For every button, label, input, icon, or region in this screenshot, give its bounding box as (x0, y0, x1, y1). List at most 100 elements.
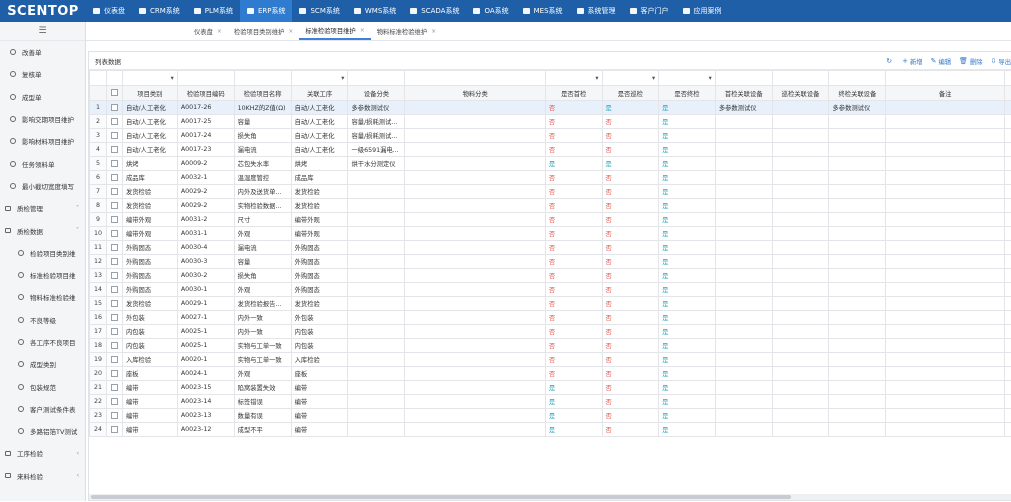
column-header[interactable]: 巡检关联设备 (772, 86, 829, 101)
sidebar-item[interactable]: 改善单 (0, 41, 85, 63)
filter-select[interactable]: ▾ (602, 71, 659, 86)
checkbox[interactable] (111, 286, 118, 293)
topnav-item[interactable]: CRM系统 (132, 0, 187, 22)
column-header[interactable]: 检验项目名称 (234, 86, 291, 101)
column-header[interactable]: 检验项目编码 (177, 86, 234, 101)
table-row[interactable]: 17内包装A0025-1内外一致内包装否否是 (90, 325, 1011, 339)
column-header[interactable]: 项目类别 (122, 86, 177, 101)
column-header[interactable]: 备注 (886, 86, 1005, 101)
edit-button[interactable]: ✎编辑 (931, 57, 951, 66)
topnav-item[interactable]: PLM系统 (187, 0, 240, 22)
table-row[interactable]: 9编带外观A0031-2尺寸编带外观否否是 (90, 213, 1011, 227)
sidebar-item[interactable]: 多路铝箔TV测试 (0, 420, 85, 442)
sidebar-item[interactable]: 物料标准检验维 (0, 286, 85, 308)
table-row[interactable]: 14外购固态A0030-1外观外购固态否否是 (90, 283, 1011, 297)
horizontal-scrollbar[interactable] (89, 494, 1011, 500)
checkbox[interactable] (111, 174, 118, 181)
sidebar-item[interactable]: 成型类别 (0, 353, 85, 375)
table-row[interactable]: 4自动/人工老化A0017-23漏电流自动/人工老化一级6591漏电...否否是 (90, 143, 1011, 157)
checkbox[interactable] (111, 202, 118, 209)
topnav-item[interactable]: 应用案例 (676, 0, 729, 22)
scrollbar-thumb[interactable] (91, 495, 791, 499)
close-icon[interactable]: × (288, 28, 293, 35)
row-checkbox[interactable] (106, 115, 122, 129)
sidebar-item[interactable]: 影响材料项目维护 (0, 130, 85, 152)
row-checkbox[interactable] (106, 409, 122, 423)
close-icon[interactable]: × (360, 27, 365, 34)
close-icon[interactable]: × (217, 28, 222, 35)
row-checkbox[interactable] (106, 157, 122, 171)
row-checkbox[interactable] (106, 297, 122, 311)
table-row[interactable]: 15发货检验A0029-1发货检验报告...发货检验否否是 (90, 297, 1011, 311)
sidebar-toggle-icon[interactable]: ☰ (0, 22, 85, 41)
row-checkbox[interactable] (106, 269, 122, 283)
topnav-item[interactable]: SCADA系统 (403, 0, 466, 22)
page-tab[interactable]: 仪表盘× (188, 22, 228, 40)
checkbox[interactable] (111, 398, 118, 405)
filter-input[interactable] (234, 71, 291, 86)
topnav-item[interactable]: 客户门户 (623, 0, 676, 22)
page-tab[interactable]: 标准检验项目维护× (299, 22, 370, 40)
sidebar-item[interactable]: 来料检验‹ (0, 465, 85, 487)
filter-input[interactable] (405, 71, 545, 86)
column-header[interactable]: 首检关联设备 (715, 86, 772, 101)
sidebar-item[interactable]: 包装规范 (0, 375, 85, 397)
topnav-item[interactable]: ERP系统 (240, 0, 293, 22)
checkbox[interactable] (111, 356, 118, 363)
row-checkbox[interactable] (106, 199, 122, 213)
filter-select[interactable]: ▾ (291, 71, 348, 86)
table-row[interactable]: 23编带A0023-13数量有误编带是否是 (90, 409, 1011, 423)
row-checkbox[interactable] (106, 255, 122, 269)
table-row[interactable]: 13外购固态A0030-2损失角外购固态否否是 (90, 269, 1011, 283)
filter-input[interactable] (715, 71, 772, 86)
row-checkbox[interactable] (106, 101, 122, 115)
filter-select[interactable]: ▾ (122, 71, 177, 86)
sidebar-item[interactable]: 各工序不良项目 (0, 331, 85, 353)
table-row[interactable]: 22编带A0023-14标签错误编带是否是 (90, 395, 1011, 409)
delete-button[interactable]: 🗑删除 (959, 57, 982, 66)
filter-select[interactable]: ▾ (545, 71, 602, 86)
checkbox[interactable] (111, 230, 118, 237)
sidebar-item[interactable]: 标准检验项目维 (0, 264, 85, 286)
sidebar-item[interactable]: 工序检验‹ (0, 442, 85, 464)
checkbox[interactable] (111, 160, 118, 167)
export-button[interactable]: ⇩导出 (991, 57, 1011, 66)
row-checkbox[interactable] (106, 241, 122, 255)
row-checkbox[interactable] (106, 311, 122, 325)
column-header[interactable]: 是否巡检 (602, 86, 659, 101)
checkbox[interactable] (111, 216, 118, 223)
checkbox[interactable] (111, 132, 118, 139)
checkbox[interactable] (111, 258, 118, 265)
filter-input[interactable] (348, 71, 405, 86)
page-tab[interactable]: 物料标准检验维护× (371, 22, 442, 40)
checkbox[interactable] (111, 426, 118, 433)
checkbox[interactable] (111, 384, 118, 391)
checkbox[interactable] (111, 272, 118, 279)
sidebar-item[interactable]: 不良等级 (0, 309, 85, 331)
table-row[interactable]: 18内包装A0025-1实物与工单一致内包装否否是 (90, 339, 1011, 353)
sidebar-item[interactable]: 复核单 (0, 63, 85, 85)
table-row[interactable]: 20座板A0024-1外观座板否否是 (90, 367, 1011, 381)
checkbox[interactable] (111, 89, 118, 96)
row-checkbox[interactable] (106, 367, 122, 381)
table-row[interactable]: 6成品库A0032-1温湿度管控成品库否否是 (90, 171, 1011, 185)
sidebar-item[interactable]: 质检管理˅ (0, 197, 85, 219)
table-row[interactable]: 5烘烤A0009-2芯包失水率烘烤烘干水分测定仪是是是 (90, 157, 1011, 171)
refresh-button[interactable]: ↻ (886, 57, 894, 65)
select-all-checkbox[interactable] (106, 86, 122, 101)
topnav-item[interactable]: 系统管理 (570, 0, 623, 22)
table-row[interactable]: 16外包装A0027-1内外一致外包装否否是 (90, 311, 1011, 325)
table-row[interactable]: 24编带A0023-12成型不平编带是否是 (90, 423, 1011, 437)
row-checkbox[interactable] (106, 227, 122, 241)
sidebar-item[interactable]: 质检数据˅ (0, 219, 85, 241)
sidebar-item[interactable]: 影响交期项目维护 (0, 108, 85, 130)
checkbox[interactable] (111, 314, 118, 321)
column-header[interactable]: 关联工序 (291, 86, 348, 101)
table-row[interactable]: 19入库检验A0020-1实物与工单一致入库检验否否是 (90, 353, 1011, 367)
row-checkbox[interactable] (106, 185, 122, 199)
column-header[interactable]: 物料分类 (405, 86, 545, 101)
checkbox[interactable] (111, 342, 118, 349)
sidebar-item[interactable]: 检验项目类别维 (0, 242, 85, 264)
checkbox[interactable] (111, 104, 118, 111)
table-row[interactable]: 10编带外观A0031-1外观编带外观否否是 (90, 227, 1011, 241)
